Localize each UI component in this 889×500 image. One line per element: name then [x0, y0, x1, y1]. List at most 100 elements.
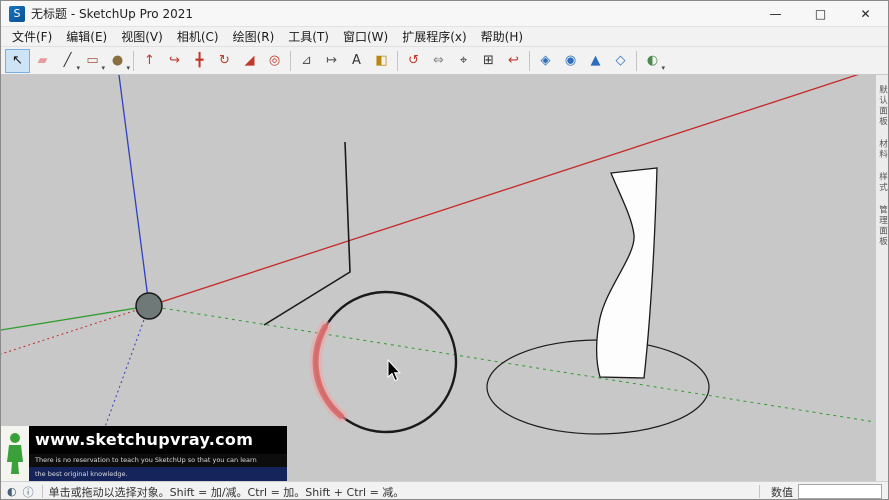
- scale-tool-icon: ◢: [245, 54, 255, 67]
- rotate-tool[interactable]: ↻: [212, 49, 237, 73]
- red-axis: [149, 75, 875, 306]
- dimension-tool[interactable]: ↦: [319, 49, 344, 73]
- toolbar-divider: [529, 51, 530, 71]
- measurement-input[interactable]: [798, 484, 882, 499]
- line-tool[interactable]: ╱▾: [55, 49, 80, 73]
- eraser-tool-icon: ▰: [38, 54, 48, 67]
- look-around-tool-icon: ◉: [565, 54, 576, 67]
- followme-tool[interactable]: ↪: [162, 49, 187, 73]
- zoom-tool[interactable]: ⌖: [451, 49, 476, 73]
- previous-view-tool[interactable]: ↩: [501, 49, 526, 73]
- move-tool[interactable]: ╋: [187, 49, 212, 73]
- watermark-title: www.sketchupvray.com: [29, 426, 287, 454]
- section-plane-tool[interactable]: ◇: [608, 49, 633, 73]
- toolbar-divider: [133, 51, 134, 71]
- tab-default-tray[interactable]: 默认面板: [876, 79, 889, 133]
- statusbar: ◐ ⓘ 单击或拖动以选择对象。Shift = 加/减。Ctrl = 加。Shif…: [1, 481, 888, 500]
- tape-measure-tool-icon: ⊿: [301, 54, 312, 67]
- minimize-button[interactable]: —: [753, 1, 798, 27]
- shapes-tool[interactable]: ▭▾: [80, 49, 105, 73]
- main-area: www.sketchupvray.com There is no reserva…: [1, 75, 888, 481]
- toolbar-divider: [290, 51, 291, 71]
- sketchup-logo-icon: S: [9, 6, 25, 22]
- watermark-subtitle-1: There is no reservation to teach you Ske…: [29, 454, 287, 467]
- select-tool[interactable]: ↖: [5, 49, 30, 73]
- menu-camera[interactable]: 相机(C): [170, 26, 226, 47]
- dropdown-caret-icon: ▾: [126, 64, 130, 72]
- pushpull-tool[interactable]: ↑: [137, 49, 162, 73]
- menu-tools[interactable]: 工具(T): [281, 26, 336, 47]
- line-tool-icon: ╱: [64, 54, 72, 67]
- section-plane-tool-icon: ◇: [616, 54, 626, 67]
- menu-edit[interactable]: 编辑(E): [59, 26, 114, 47]
- green-axis-negative: [149, 306, 875, 422]
- tab-materials[interactable]: 材料: [876, 133, 889, 166]
- pan-tool[interactable]: ⇔: [426, 49, 451, 73]
- tape-measure-tool[interactable]: ⊿: [294, 49, 319, 73]
- shapes-tool-icon: ▭: [86, 54, 98, 67]
- previous-view-tool-icon: ↩: [508, 54, 519, 67]
- viewport-canvas[interactable]: www.sketchupvray.com There is no reserva…: [1, 75, 875, 481]
- zoom-tool-icon: ⌖: [460, 54, 467, 67]
- statusbar-hint: 单击或拖动以选择对象。Shift = 加/减。Ctrl = 加。Shift + …: [49, 484, 757, 500]
- vase-profile-face[interactable]: [597, 168, 657, 378]
- menu-draw[interactable]: 绘图(R): [226, 26, 282, 47]
- menu-help[interactable]: 帮助(H): [474, 26, 530, 47]
- tab-styles[interactable]: 样式: [876, 166, 889, 199]
- statusbar-divider: [42, 485, 43, 498]
- geolocation-icon[interactable]: ◐: [7, 485, 17, 498]
- maximize-button[interactable]: □: [798, 1, 843, 27]
- paint-bucket-tool-icon: ◧: [375, 54, 387, 67]
- orbit-tool-icon: ↺: [408, 54, 419, 67]
- side-panel-tabs: 默认面板材料样式管理面板: [875, 75, 888, 481]
- followme-tool-icon: ↪: [169, 54, 180, 67]
- position-camera-tool-icon: ▲: [591, 54, 601, 67]
- pan-tool-icon: ⇔: [433, 54, 444, 67]
- red-axis-negative: [1, 306, 149, 354]
- move-tool-icon: ╋: [196, 54, 204, 67]
- eraser-tool[interactable]: ▰: [30, 49, 55, 73]
- origin-sphere[interactable]: [136, 293, 162, 319]
- window-title: 无标题 - SketchUp Pro 2021: [31, 5, 753, 22]
- sketchup-window: S 无标题 - SketchUp Pro 2021 — □ ✕ 文件(F)编辑(…: [0, 0, 889, 500]
- toolbar-divider: [397, 51, 398, 71]
- zoom-window-tool[interactable]: ⊞: [476, 49, 501, 73]
- model-view: [1, 75, 875, 481]
- blue-axis: [119, 75, 149, 306]
- add-location-tool[interactable]: ◐▾: [640, 49, 665, 73]
- offset-tool-icon: ◎: [269, 54, 280, 67]
- zoom-window-tool-icon: ⊞: [483, 54, 494, 67]
- circle-tool[interactable]: ●▾: [105, 49, 130, 73]
- measurement-label: 数值: [771, 484, 793, 500]
- close-button[interactable]: ✕: [843, 1, 888, 27]
- toolbar: ↖▰╱▾▭▾●▾↑↪╋↻◢◎⊿↦A◧↺⇔⌖⊞↩◈◉▲◇◐▾: [1, 47, 888, 75]
- orbit-tool[interactable]: ↺: [401, 49, 426, 73]
- edge-polyline[interactable]: [264, 142, 350, 325]
- paint-bucket-tool[interactable]: ◧: [369, 49, 394, 73]
- tab-manage-tray[interactable]: 管理面板: [876, 199, 889, 253]
- menu-view[interactable]: 视图(V): [114, 26, 170, 47]
- walk-tool[interactable]: ◈: [533, 49, 558, 73]
- green-axis: [1, 306, 149, 330]
- scale-tool[interactable]: ◢: [237, 49, 262, 73]
- cursor-arrow-icon: [388, 360, 400, 381]
- menu-extensions[interactable]: 扩展程序(x): [395, 26, 473, 47]
- titlebar: S 无标题 - SketchUp Pro 2021 — □ ✕: [1, 1, 888, 27]
- watermark-banner: www.sketchupvray.com There is no reserva…: [1, 426, 287, 481]
- text-tool-icon: A: [352, 54, 361, 67]
- statusbar-divider: [759, 485, 760, 498]
- rotate-tool-icon: ↻: [219, 54, 230, 67]
- position-camera-tool[interactable]: ▲: [583, 49, 608, 73]
- look-around-tool[interactable]: ◉: [558, 49, 583, 73]
- dimension-tool-icon: ↦: [326, 54, 337, 67]
- green-person-icon: [6, 432, 24, 474]
- menu-file[interactable]: 文件(F): [5, 26, 59, 47]
- watermark-subtitle-2: the best original knowledge.: [29, 467, 287, 481]
- select-tool-icon: ↖: [12, 54, 23, 67]
- menubar: 文件(F)编辑(E)视图(V)相机(C)绘图(R)工具(T)窗口(W)扩展程序(…: [1, 27, 888, 47]
- help-icon[interactable]: ⓘ: [23, 484, 34, 500]
- menu-window[interactable]: 窗口(W): [336, 26, 395, 47]
- offset-tool[interactable]: ◎: [262, 49, 287, 73]
- dropdown-caret-icon: ▾: [661, 64, 665, 72]
- text-tool[interactable]: A: [344, 49, 369, 73]
